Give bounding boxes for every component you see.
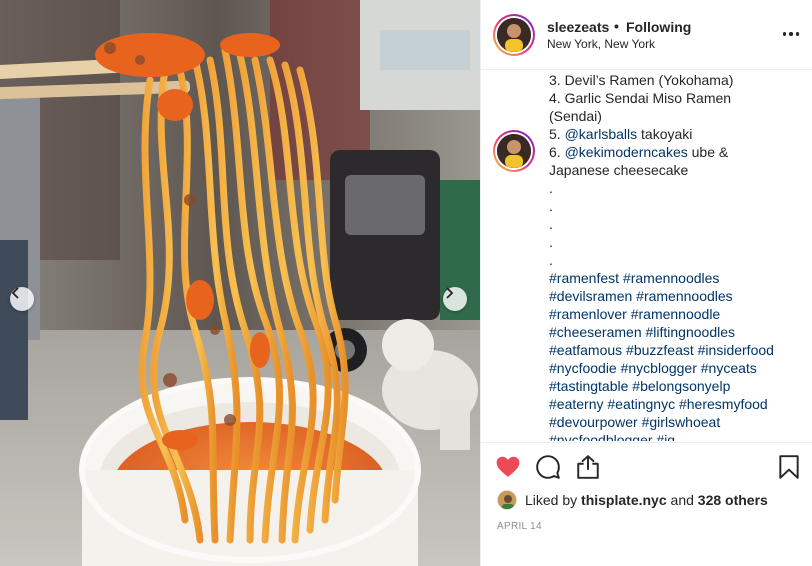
caption-area: 3. Devil’s Ramen (Yokohama) 4. Garlic Se… [481, 71, 812, 441]
liker-avatar[interactable] [497, 490, 517, 510]
hashtag-line[interactable]: #devilsramen #ramennoodles [549, 287, 804, 305]
caption-dot-line: . [549, 234, 553, 250]
caption-label: 5. [549, 126, 565, 142]
ramen-photo-illustration [0, 0, 480, 566]
comment-icon [536, 455, 560, 479]
caption-line: (Sendai) [549, 108, 602, 124]
caption-text-rest: takoyaki [637, 126, 693, 142]
following-button[interactable]: Following [626, 19, 691, 35]
caption-avatar[interactable] [493, 130, 535, 172]
caption-text-rest: ube & [687, 144, 729, 160]
post-side-panel: sleezeats • Following New York, New York [480, 0, 812, 566]
carousel-next-button[interactable] [443, 287, 467, 311]
post-photo[interactable] [0, 0, 480, 566]
save-button[interactable] [776, 454, 802, 480]
username-link[interactable]: sleezeats [547, 19, 609, 35]
caption-line: 5. @karlsballs takoyaki [549, 125, 804, 143]
more-dot-icon [782, 32, 787, 36]
mention-link[interactable]: @kekimoderncakes [565, 144, 688, 160]
post-date[interactable]: APRIL 14 [497, 521, 542, 532]
more-dot-icon [789, 32, 793, 36]
likes-count-link[interactable]: 328 others [698, 492, 768, 508]
avatar-photo [497, 18, 531, 52]
share-button[interactable] [575, 454, 601, 480]
instagram-post: sleezeats • Following New York, New York [0, 0, 812, 566]
hashtag-line[interactable]: #devourpower #girlswhoeat [549, 413, 804, 431]
like-button[interactable] [495, 454, 521, 480]
likes-prefix: Liked by [525, 492, 582, 508]
caption-dot-line: . [549, 216, 553, 232]
hashtag-line[interactable]: #eatfamous #buzzfeast #insiderfood [549, 341, 804, 359]
carousel-prev-button[interactable] [10, 287, 34, 311]
heart-filled-icon [496, 456, 520, 477]
hashtag-line[interactable]: #nycfoodblogger #ig [549, 431, 804, 441]
profile-avatar[interactable] [493, 14, 535, 56]
caption-line: 4. Garlic Sendai Miso Ramen [549, 90, 732, 106]
share-icon [577, 455, 599, 479]
likes-middle: and [666, 492, 698, 508]
caption-line: Japanese cheesecake [549, 162, 689, 178]
hashtag-line[interactable]: #eaterny #eatingnyc #heresmyfood [549, 395, 804, 413]
caption-line: 3. Devil’s Ramen (Yokohama) [549, 72, 734, 88]
chevron-right-icon [446, 287, 454, 299]
caption-dot-line: . [549, 252, 553, 268]
likes-summary: Liked by thisplate.nyc and 328 others [497, 490, 768, 510]
chevron-left-icon [11, 287, 19, 299]
separator-dot: • [614, 18, 619, 34]
post-header: sleezeats • Following New York, New York [481, 0, 812, 70]
caption-label: 6. [549, 144, 565, 160]
hashtag-line[interactable]: #ramenlover #ramennoodle [549, 305, 804, 323]
hashtag-line[interactable]: #nycfoodie #nycblogger #nyceats [549, 359, 804, 377]
likes-text: Liked by thisplate.nyc and 328 others [525, 492, 768, 508]
caption-text: 3. Devil’s Ramen (Yokohama) 4. Garlic Se… [549, 71, 804, 441]
post-actions: Liked by thisplate.nyc and 328 others AP… [481, 442, 812, 566]
avatar-photo [498, 491, 516, 509]
hashtag-line[interactable]: #ramenfest #ramennoodles [549, 269, 804, 287]
bookmark-icon [779, 455, 799, 479]
caption-dot-line: . [549, 180, 553, 196]
location-link[interactable]: New York, New York [547, 37, 655, 51]
hashtag-line[interactable]: #cheeseramen #liftingnoodles [549, 323, 804, 341]
liker-username-link[interactable]: thisplate.nyc [581, 492, 667, 508]
caption-dot-line: . [549, 198, 553, 214]
more-options-button[interactable] [781, 24, 801, 44]
comment-button[interactable] [535, 454, 561, 480]
more-dot-icon [795, 32, 800, 36]
avatar-photo [497, 134, 531, 168]
mention-link[interactable]: @karlsballs [565, 126, 638, 142]
hashtag-line[interactable]: #tastingtable #belongsonyelp [549, 377, 804, 395]
caption-line: 6. @kekimoderncakes ube & [549, 143, 804, 161]
